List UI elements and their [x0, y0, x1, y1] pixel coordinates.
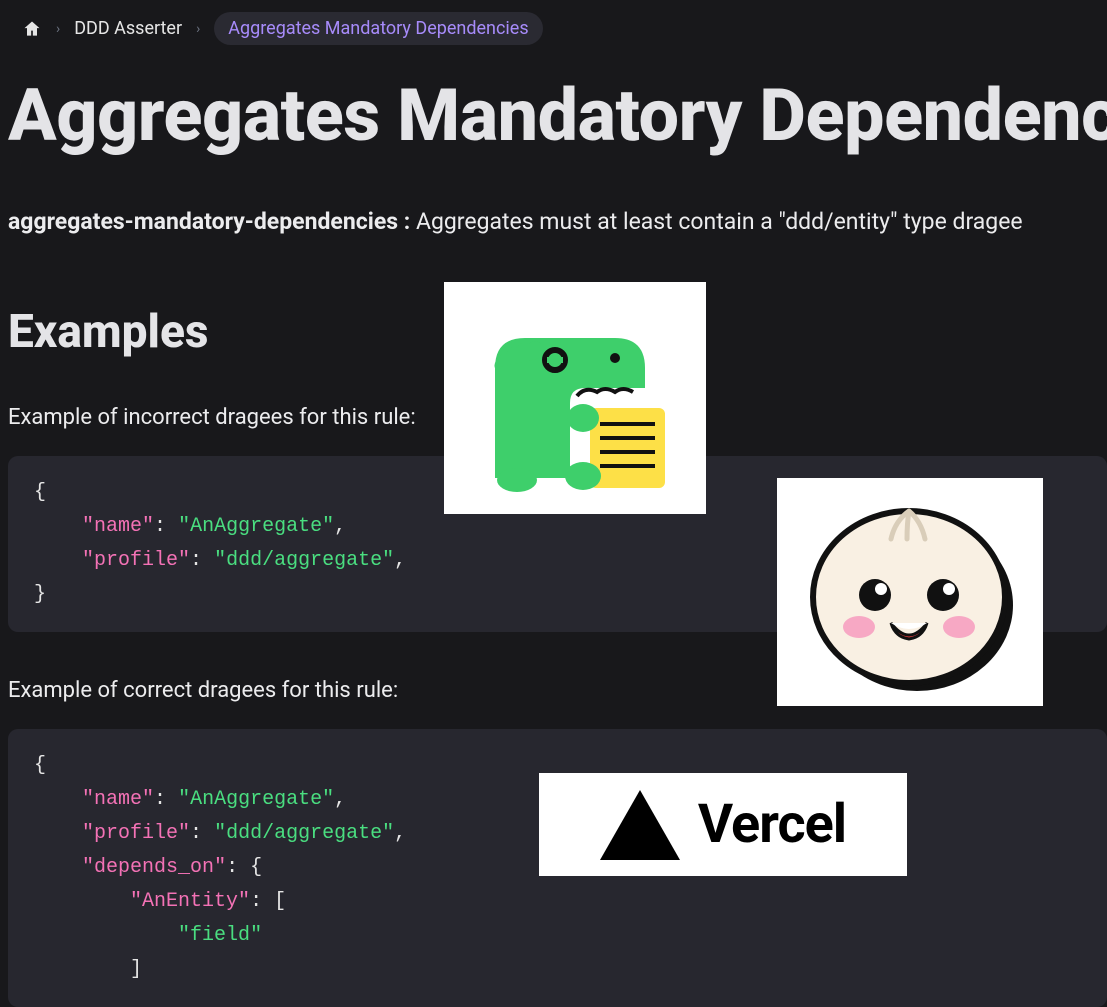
- docusaurus-logo: [444, 282, 706, 514]
- code-value: AnAggregate: [190, 788, 322, 811]
- code-value: ddd/aggregate: [226, 822, 382, 845]
- rule-id: aggregates-mandatory-dependencies :: [8, 208, 410, 235]
- vercel-wordmark: Vercel: [698, 793, 846, 856]
- bun-logo: [777, 478, 1043, 706]
- code-value: field: [190, 924, 250, 947]
- breadcrumb-item-ddd-asserter[interactable]: DDD Asserter: [74, 18, 182, 39]
- chevron-right-icon: ›: [56, 21, 60, 37]
- page-title: Aggregates Mandatory Dependencies: [0, 45, 1107, 158]
- home-icon[interactable]: [22, 19, 42, 39]
- chevron-right-icon: ›: [196, 21, 200, 37]
- triangle-icon: [600, 790, 680, 860]
- vercel-logo: Vercel: [539, 773, 907, 876]
- code-value: ddd/aggregate: [226, 549, 382, 572]
- code-key: depends_on: [94, 856, 214, 879]
- rule-text: Aggregates must at least contain a "ddd/…: [410, 208, 1022, 235]
- rule-description: aggregates-mandatory-dependencies : Aggr…: [0, 158, 1107, 235]
- breadcrumb-item-current: Aggregates Mandatory Dependencies: [214, 12, 542, 45]
- code-key: AnEntity: [142, 890, 238, 913]
- code-value: AnAggregate: [190, 515, 322, 538]
- breadcrumb: › DDD Asserter › Aggregates Mandatory De…: [0, 0, 1107, 45]
